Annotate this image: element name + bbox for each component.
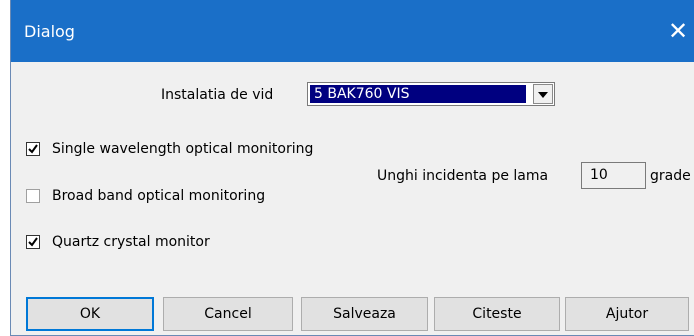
ok-button[interactable]: OK [26, 297, 154, 331]
single-wavelength-checkbox[interactable] [26, 142, 40, 156]
title-bar: Dialog ✕ [11, 0, 694, 62]
incidence-angle-input[interactable]: 10 [581, 162, 646, 189]
dialog-window: Dialog ✕ Instalatia de vid 5 BAK760 VIS … [10, 0, 694, 336]
vacuum-system-select[interactable]: 5 BAK760 VIS [307, 82, 555, 106]
read-button[interactable]: Citeste [434, 297, 560, 331]
quartz-crystal-checkbox[interactable] [26, 235, 40, 249]
checkmark-icon [28, 144, 38, 154]
save-button[interactable]: Salveaza [301, 297, 428, 331]
vacuum-system-label: Instalatia de vid [161, 87, 274, 103]
help-button[interactable]: Ajutor [565, 297, 689, 331]
incidence-angle-unit: grade [650, 168, 691, 184]
cancel-button[interactable]: Cancel [163, 297, 293, 331]
close-icon[interactable]: ✕ [664, 16, 692, 46]
vacuum-system-selected-value: 5 BAK760 VIS [310, 85, 526, 103]
broad-band-label[interactable]: Broad band optical monitoring [52, 187, 265, 205]
checkmark-icon [28, 237, 38, 247]
quartz-crystal-label[interactable]: Quartz crystal monitor [52, 233, 210, 251]
single-wavelength-label[interactable]: Single wavelength optical monitoring [52, 140, 313, 158]
incidence-angle-label: Unghi incidenta pe lama [377, 168, 549, 184]
broad-band-checkbox[interactable] [26, 189, 40, 203]
chevron-down-icon[interactable] [533, 84, 553, 104]
dialog-title: Dialog [24, 22, 75, 41]
